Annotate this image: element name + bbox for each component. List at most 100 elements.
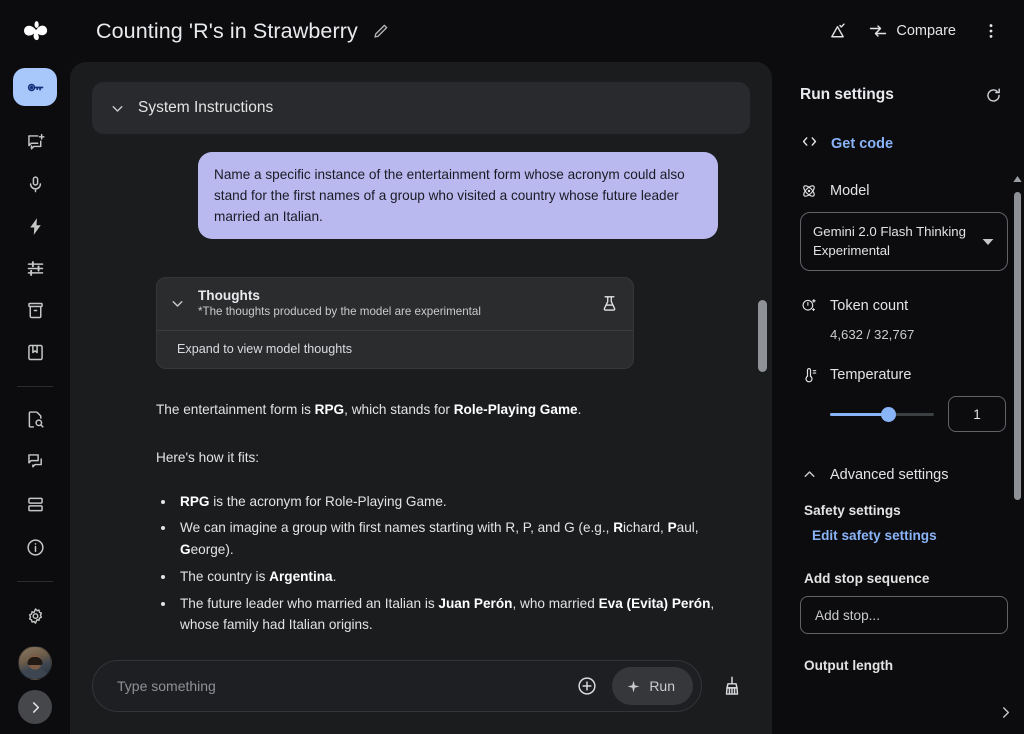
sidebar-item-realtime[interactable] [13, 208, 57, 246]
top-bar-actions: Compare [818, 12, 1010, 50]
bullet-bold: G [180, 542, 191, 558]
bullet-bold: Juan Perón [438, 595, 513, 611]
compare-button[interactable]: Compare [860, 13, 968, 49]
chat-new-icon [25, 132, 46, 153]
model-select[interactable]: Gemini 2.0 Flash Thinking Experimental [800, 212, 1008, 272]
token-count-label: Token count [830, 298, 909, 315]
flask-icon [600, 294, 619, 313]
answer-bullet-list: RPG is the acronym for Role-Playing Game… [176, 491, 718, 637]
sidebar-item-feedback[interactable] [13, 443, 57, 481]
caret-down-icon [981, 235, 995, 249]
thoughts-title: Thoughts [198, 288, 260, 304]
compare-arrows-icon [868, 21, 888, 41]
slider-knob[interactable] [880, 406, 896, 422]
prompt-input-container[interactable]: Run [92, 660, 702, 712]
sidebar-item-history[interactable] [13, 485, 57, 523]
bullet-text: . [332, 568, 337, 584]
more-vertical-icon[interactable] [972, 12, 1010, 50]
scroll-up-arrow-icon[interactable] [1013, 170, 1022, 188]
sidebar-item-api-key[interactable] [13, 68, 57, 107]
model-atom-icon [800, 182, 818, 200]
code-brackets-icon [800, 132, 819, 156]
info-circle-icon[interactable] [13, 527, 57, 567]
avatar[interactable] [18, 646, 52, 681]
thoughts-header[interactable]: Thoughts *The thoughts produced by the m… [157, 278, 633, 332]
get-code-label: Get code [831, 136, 894, 152]
avatar-hair [27, 656, 43, 665]
bullet-text: is the acronym for Role-Playing Game. [209, 493, 447, 509]
model-section-header: Model [800, 182, 1008, 200]
collapse-panel-chevron-icon[interactable] [997, 704, 1014, 726]
pencil-icon[interactable] [372, 22, 390, 40]
temperature-value-input[interactable]: 1 [948, 396, 1006, 433]
left-rail [0, 62, 70, 734]
expand-sidebar-button[interactable] [18, 690, 52, 725]
avatar-body [22, 668, 48, 680]
list-item: The country is Argentina. [176, 566, 718, 588]
archive-box-icon [25, 300, 46, 321]
rail-divider [17, 385, 53, 387]
bullet-bold: RPG [180, 493, 210, 509]
sidebar-item-documentation[interactable] [13, 401, 57, 439]
settings-scrollbar[interactable] [1013, 162, 1022, 652]
temperature-label: Temperature [830, 367, 912, 384]
run-settings-header: Run settings [800, 80, 1008, 110]
main-scrollbar[interactable] [758, 150, 767, 650]
compare-label: Compare [896, 23, 956, 39]
bullet-text: We can imagine a group with first names … [180, 520, 614, 536]
advanced-settings-toggle[interactable]: Advanced settings [800, 466, 1008, 483]
thoughts-subtitle: *The thoughts produced by the model are … [198, 305, 481, 319]
model-label: Model [830, 183, 870, 199]
get-code-button[interactable]: Get code [800, 132, 1008, 156]
broom-icon[interactable] [714, 668, 750, 704]
system-instructions-label: System Instructions [138, 99, 274, 116]
conversation-panel: System Instructions Name a specific inst… [70, 62, 772, 734]
sidebar-item-archive[interactable] [13, 292, 57, 330]
token-count-icon [800, 297, 818, 315]
plus-circle-icon[interactable] [570, 669, 604, 703]
settings-scrollbar-thumb[interactable] [1014, 192, 1021, 500]
answer-bold-rpg: RPG [314, 402, 345, 418]
page-title: Counting 'R's in Strawberry [96, 18, 358, 43]
run-settings-title: Run settings [800, 86, 894, 103]
panel-fade-overlay [784, 688, 1024, 734]
list-item: RPG is the acronym for Role-Playing Game… [176, 491, 718, 513]
chat-bubble-icon [25, 451, 46, 472]
sidebar-item-stream-audio[interactable] [13, 165, 57, 203]
slider-fill [830, 412, 889, 416]
bolt-icon [25, 216, 46, 237]
key-icon [25, 77, 46, 98]
thoughts-expand-text[interactable]: Expand to view model thoughts [157, 331, 633, 368]
document-search-icon [25, 409, 46, 430]
save-to-drive-icon[interactable] [818, 12, 856, 50]
temperature-row: 1 [830, 396, 1008, 433]
model-answer: The entertainment form is RPG, which sta… [92, 369, 750, 636]
user-message-bubble[interactable]: Name a specific instance of the entertai… [198, 152, 718, 240]
search-input[interactable] [117, 678, 563, 694]
thoughts-wrapper: Thoughts *The thoughts produced by the m… [92, 239, 750, 370]
add-stop-input[interactable]: Add stop... [800, 596, 1008, 635]
answer-paragraph-2: Here's how it fits: [156, 449, 260, 465]
sidebar-item-library[interactable] [13, 334, 57, 372]
butterfly-logo[interactable] [18, 12, 56, 50]
bullet-bold: Eva (Evita) Perón [598, 595, 711, 611]
gear-icon[interactable] [13, 596, 57, 636]
refresh-icon[interactable] [978, 80, 1008, 110]
arrow-drop-up-icon[interactable] [1005, 730, 1016, 734]
book-icon [25, 342, 46, 363]
chevron-down-icon [108, 99, 126, 117]
temperature-slider[interactable] [830, 405, 934, 423]
title-group: Counting 'R's in Strawberry [96, 19, 390, 44]
edit-safety-settings-link[interactable]: Edit safety settings [812, 528, 1008, 543]
system-instructions-bar[interactable]: System Instructions [92, 82, 750, 134]
run-settings-panel: Run settings Get code Model Gemini 2.0 F… [784, 62, 1024, 734]
sidebar-item-tune[interactable] [13, 250, 57, 288]
conversation-scroll-area: System Instructions Name a specific inst… [70, 62, 772, 650]
answer-text: The entertainment form is [156, 402, 315, 418]
top-bar: Counting 'R's in Strawberry Compare [0, 0, 1024, 62]
run-button[interactable]: Run [612, 667, 693, 705]
tune-sliders-icon [25, 258, 46, 279]
sidebar-item-new-chat[interactable] [13, 123, 57, 161]
token-count-value: 4,632 / 32,767 [830, 327, 915, 343]
main-scrollbar-thumb[interactable] [758, 300, 767, 372]
